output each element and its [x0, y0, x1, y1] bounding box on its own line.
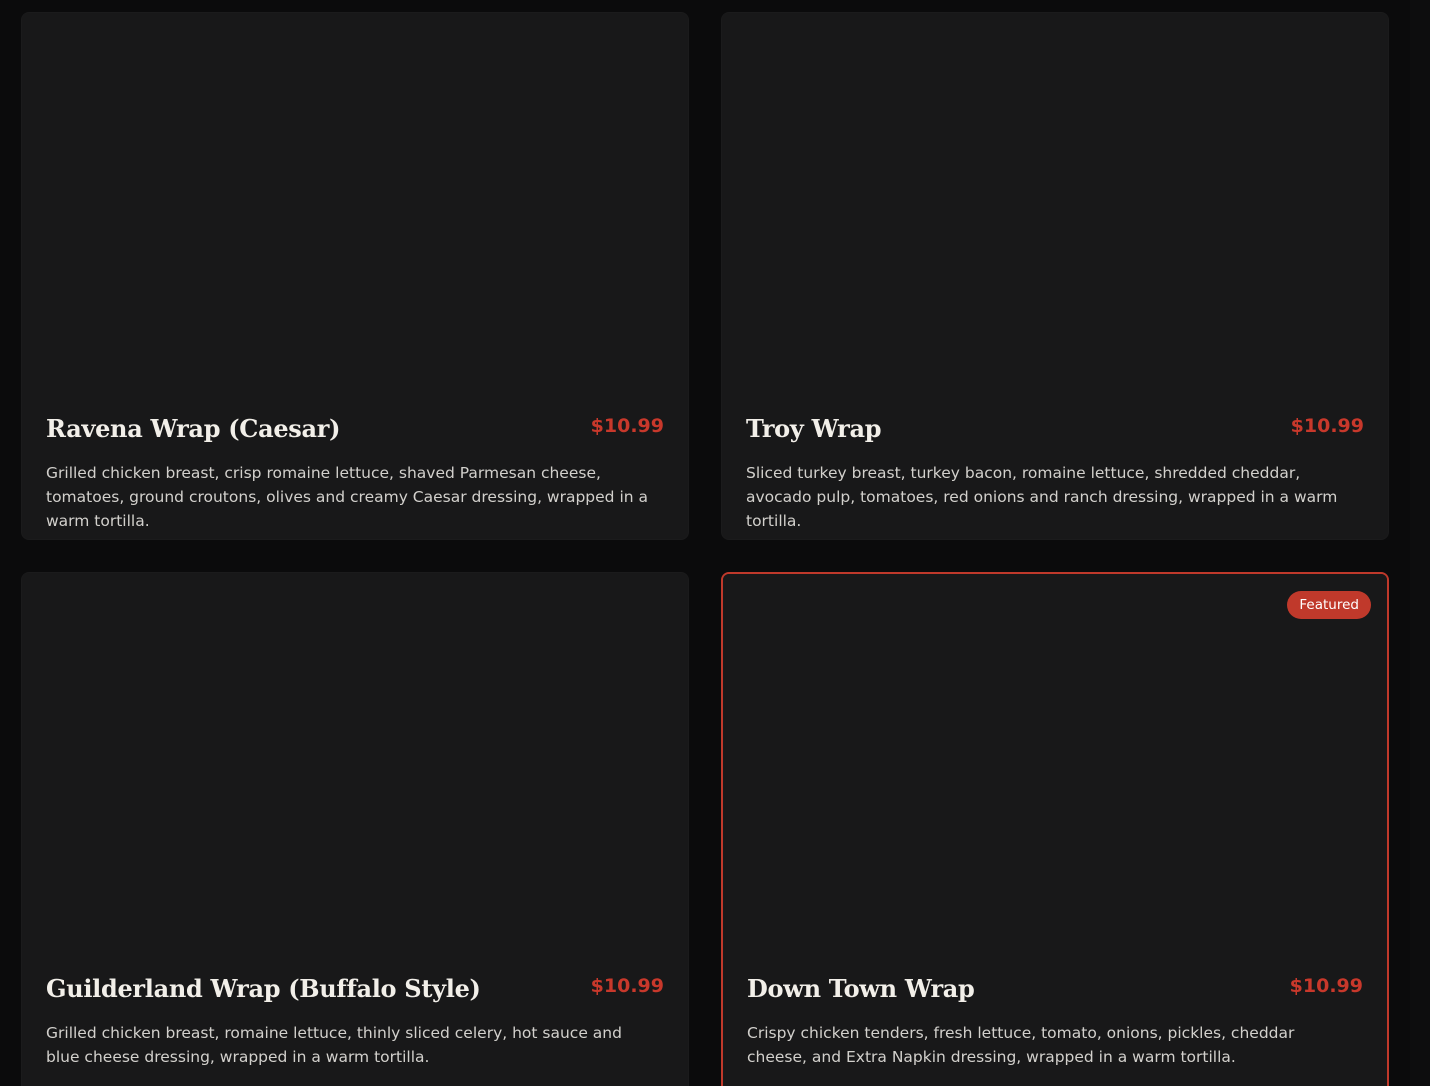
card-body: Troy Wrap $10.99 Sliced turkey breast, t… [746, 411, 1364, 533]
item-description: Grilled chicken breast, crisp romaine le… [46, 464, 649, 530]
menu-item-card[interactable]: Troy Wrap $10.99 Sliced turkey breast, t… [721, 12, 1389, 540]
menu-item-card[interactable]: Guilderland Wrap (Buffalo Style) $10.99 … [21, 572, 689, 1086]
item-image-placeholder [722, 13, 1388, 403]
menu-grid: Ravena Wrap (Caesar) $10.99 Grilled chic… [21, 12, 1389, 1086]
item-image-placeholder [22, 13, 688, 403]
item-description: Sliced turkey breast, turkey bacon, roma… [746, 464, 1338, 530]
item-price: $10.99 [590, 975, 664, 997]
card-body: Ravena Wrap (Caesar) $10.99 Grilled chic… [46, 411, 664, 533]
item-image-placeholder [723, 574, 1387, 964]
item-name: Guilderland Wrap (Buffalo Style) [46, 974, 481, 1003]
menu-item-card[interactable]: Ravena Wrap (Caesar) $10.99 Grilled chic… [21, 12, 689, 540]
card-body: Guilderland Wrap (Buffalo Style) $10.99 … [46, 971, 664, 1069]
title-row: Ravena Wrap (Caesar) $10.99 [46, 411, 664, 447]
item-price: $10.99 [1289, 975, 1363, 997]
title-row: Troy Wrap $10.99 [746, 411, 1364, 447]
title-row: Guilderland Wrap (Buffalo Style) $10.99 [46, 971, 664, 1007]
scrollbar-track[interactable] [1410, 0, 1430, 1086]
card-body: Down Town Wrap $10.99 Crispy chicken ten… [747, 971, 1363, 1069]
item-image-placeholder [22, 573, 688, 963]
item-description: Crispy chicken tenders, fresh lettuce, t… [747, 1024, 1295, 1066]
featured-badge: Featured [1287, 591, 1371, 619]
item-name: Troy Wrap [746, 414, 882, 443]
item-description: Grilled chicken breast, romaine lettuce,… [46, 1024, 622, 1066]
item-price: $10.99 [590, 415, 664, 437]
menu-item-card-featured[interactable]: Featured Down Town Wrap $10.99 Crispy ch… [721, 572, 1389, 1086]
title-row: Down Town Wrap $10.99 [747, 971, 1363, 1007]
item-name: Down Town Wrap [747, 974, 975, 1003]
item-price: $10.99 [1290, 415, 1364, 437]
item-name: Ravena Wrap (Caesar) [46, 414, 341, 443]
